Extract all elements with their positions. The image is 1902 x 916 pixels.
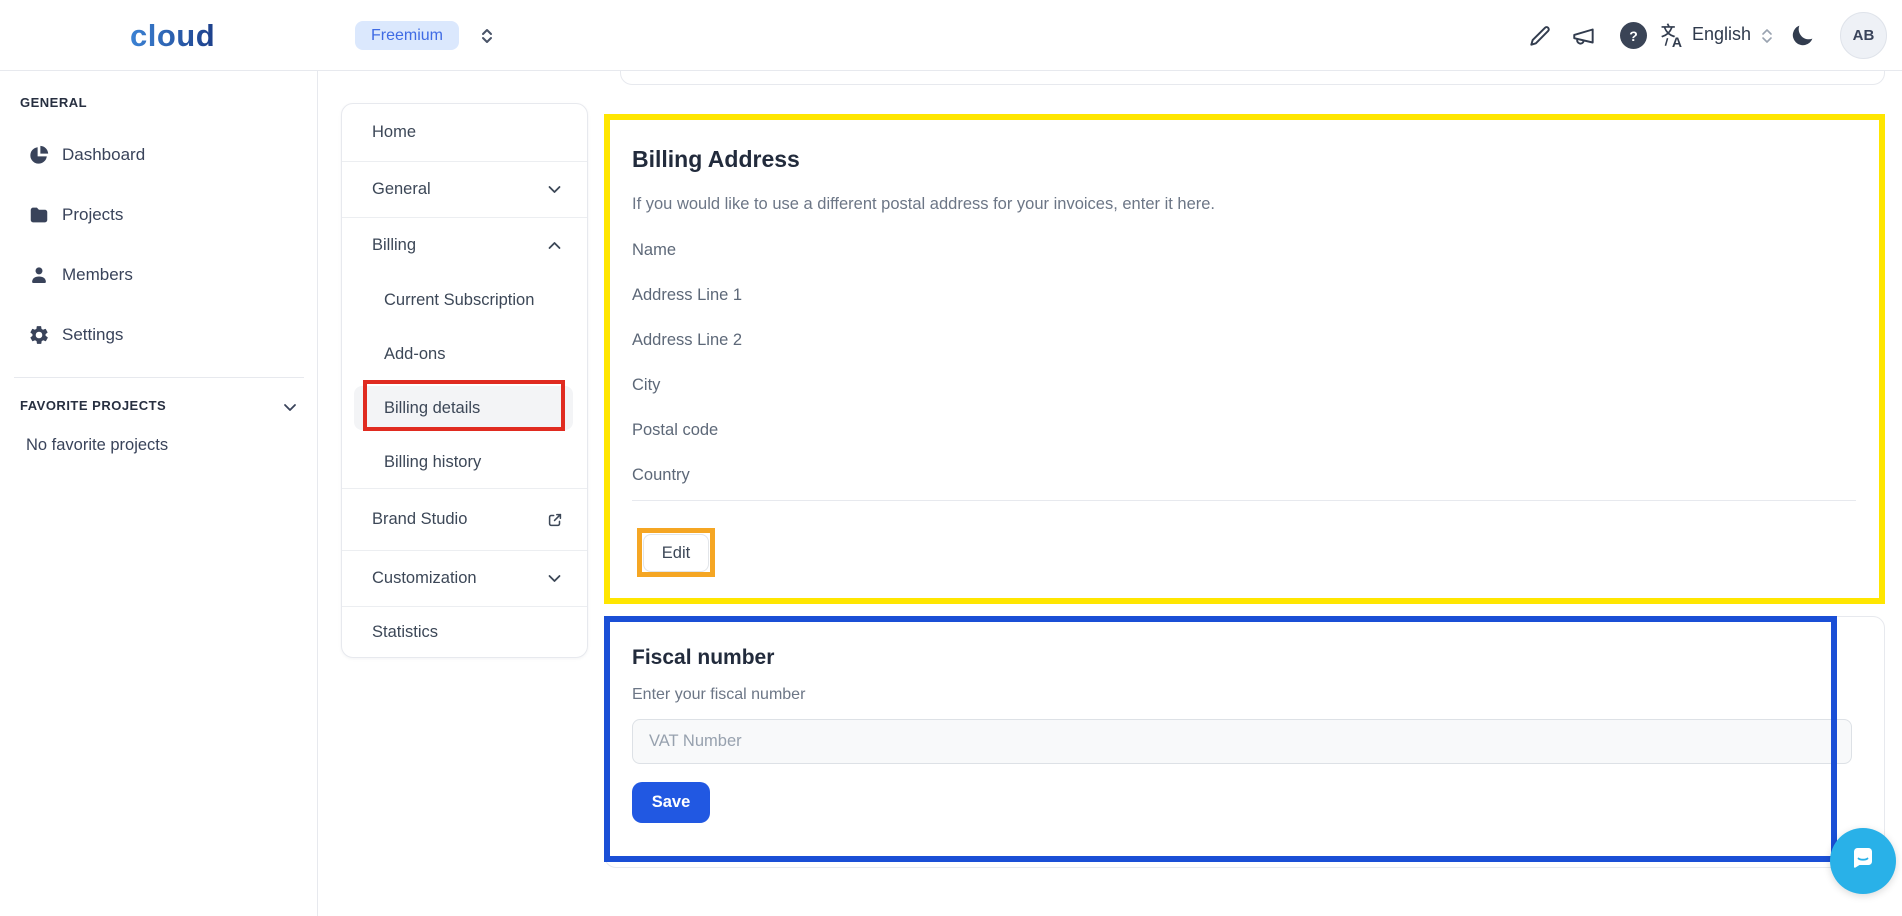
plan-selector-chevron-icon[interactable] [477, 26, 497, 46]
nav-item-label: Brand Studio [372, 510, 467, 529]
sidebar-section-general-title: GENERAL [20, 95, 87, 110]
chat-launcher-button[interactable] [1830, 828, 1896, 894]
avatar[interactable]: AB [1840, 12, 1887, 59]
nav-item-add-ons[interactable]: Add-ons [342, 327, 587, 381]
nav-item-label: Current Subscription [384, 291, 534, 310]
fiscal-number-subtitle: Enter your fiscal number [632, 686, 805, 704]
settings-nav: Home General Billing Current Subscriptio… [341, 103, 588, 658]
help-icon[interactable]: ? [1620, 22, 1647, 49]
language-label[interactable]: English [1692, 24, 1751, 45]
field-label-address-line-2: Address Line 2 [632, 331, 742, 350]
nav-item-statistics[interactable]: Statistics [342, 606, 587, 659]
nav-item-home[interactable]: Home [342, 104, 587, 161]
sidebar-divider [14, 377, 304, 378]
sidebar-item-members[interactable]: Members [0, 245, 318, 305]
sidebar-item-label: Dashboard [62, 145, 145, 165]
dashboard-pie-icon [28, 144, 50, 166]
field-label-postal-code: Postal code [632, 421, 718, 440]
save-button[interactable]: Save [632, 782, 710, 823]
nav-item-customization[interactable]: Customization [342, 550, 587, 606]
svg-text:A: A [1672, 34, 1682, 49]
nav-item-label: General [372, 180, 431, 199]
members-person-icon [28, 264, 50, 286]
chevron-down-icon [546, 181, 563, 198]
favorites-chevron-down-icon[interactable] [281, 398, 299, 416]
nav-item-general[interactable]: General [342, 161, 587, 217]
sidebar-item-label: Projects [62, 205, 123, 225]
projects-folder-icon [28, 204, 50, 226]
language-selector-chevron-icon[interactable] [1760, 28, 1774, 44]
field-label-address-line-1: Address Line 1 [632, 286, 742, 305]
nav-item-label: Customization [372, 569, 477, 588]
logo[interactable]: cloud [130, 18, 215, 54]
billing-address-title: Billing Address [632, 146, 800, 173]
external-link-icon [546, 511, 563, 528]
top-bar: cloud Freemium ? 文 A [0, 0, 1902, 71]
annotation-yellow-box [604, 114, 1885, 604]
plan-badge[interactable]: Freemium [355, 21, 459, 50]
field-label-city: City [632, 376, 660, 395]
nav-item-label: Billing [372, 236, 416, 255]
chat-bubble-icon [1847, 843, 1879, 880]
fiscal-number-title: Fiscal number [632, 646, 774, 670]
nav-item-label: Statistics [372, 623, 438, 642]
field-label-country: Country [632, 466, 690, 485]
sidebar-item-label: Settings [62, 325, 123, 345]
sidebar-item-settings[interactable]: Settings [0, 305, 318, 365]
nav-item-label: Billing history [384, 453, 481, 472]
sidebar-section-favorites-title: FAVORITE PROJECTS [20, 398, 166, 413]
chevron-up-icon [546, 237, 563, 254]
billing-address-divider [632, 500, 1856, 501]
megaphone-icon[interactable] [1571, 23, 1597, 49]
sidebar-item-label: Members [62, 265, 133, 285]
field-label-name: Name [632, 241, 676, 260]
nav-item-billing-history[interactable]: Billing history [342, 435, 587, 489]
vat-number-input[interactable] [632, 719, 1852, 764]
nav-item-label: Billing details [384, 399, 480, 418]
favorites-empty-text: No favorite projects [26, 436, 168, 455]
sidebar: GENERAL Dashboard Projects [0, 71, 318, 916]
billing-address-description: If you would like to use a different pos… [632, 195, 1215, 214]
nav-item-brand-studio[interactable]: Brand Studio [342, 488, 587, 550]
sidebar-item-dashboard[interactable]: Dashboard [0, 125, 318, 185]
edit-pencil-icon[interactable] [1527, 23, 1553, 49]
dark-mode-moon-icon[interactable] [1789, 22, 1815, 48]
sidebar-item-projects[interactable]: Projects [0, 185, 318, 245]
settings-gear-icon [28, 324, 50, 346]
nav-item-label: Add-ons [384, 345, 445, 364]
nav-item-current-subscription[interactable]: Current Subscription [342, 273, 587, 327]
translate-icon[interactable]: 文 A [1660, 23, 1686, 49]
nav-item-billing-details[interactable]: Billing details [342, 381, 587, 435]
chevron-down-icon [546, 570, 563, 587]
app-root: cloud Freemium ? 文 A [0, 0, 1902, 916]
nav-item-billing[interactable]: Billing [342, 217, 587, 273]
help-glyph: ? [1629, 28, 1638, 44]
nav-item-label: Home [372, 123, 416, 142]
edit-button[interactable]: Edit [643, 534, 709, 572]
